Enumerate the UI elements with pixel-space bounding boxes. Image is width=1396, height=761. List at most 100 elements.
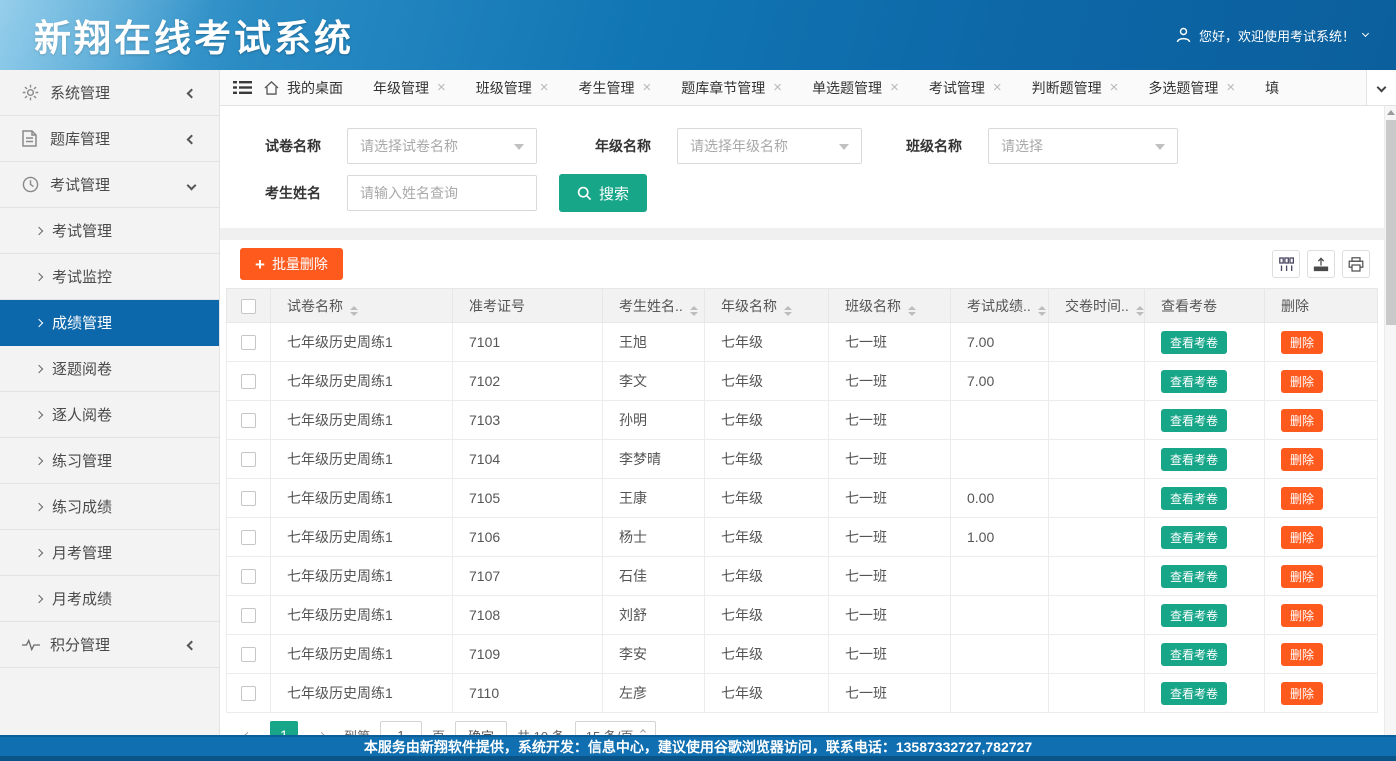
row-checkbox[interactable] <box>241 530 256 545</box>
view-paper-button[interactable]: 查看考卷 <box>1161 643 1227 666</box>
row-checkbox[interactable] <box>241 335 256 350</box>
row-checkbox[interactable] <box>241 413 256 428</box>
row-checkbox[interactable] <box>241 569 256 584</box>
sort-icon[interactable] <box>1038 306 1046 316</box>
delete-row-button[interactable]: 删除 <box>1281 370 1323 393</box>
batch-delete-button[interactable]: + 批量删除 <box>240 248 343 280</box>
sidebar-item-考试管理[interactable]: 考试管理 <box>0 208 219 254</box>
column-header-年级名称[interactable]: 年级名称 <box>705 289 829 323</box>
current-page-button[interactable]: 1 <box>270 721 298 735</box>
tab-考试管理[interactable]: 考试管理× <box>929 78 1002 98</box>
sidebar-item-逐题阅卷[interactable]: 逐题阅卷 <box>0 346 219 392</box>
sort-icon[interactable] <box>784 306 792 316</box>
close-icon[interactable]: × <box>643 80 652 95</box>
prev-page-button[interactable] <box>234 722 260 735</box>
sidebar-group-points[interactable]: 积分管理 <box>0 622 219 668</box>
view-paper-button[interactable]: 查看考卷 <box>1161 565 1227 588</box>
scroll-up-arrow[interactable] <box>1385 106 1396 119</box>
delete-row-button[interactable]: 删除 <box>1281 604 1323 627</box>
view-paper-button[interactable]: 查看考卷 <box>1161 409 1227 432</box>
close-icon[interactable]: × <box>773 80 782 95</box>
sidebar-item-成绩管理[interactable]: 成绩管理 <box>0 300 219 346</box>
sidebar-group-system[interactable]: 系统管理 <box>0 70 219 116</box>
delete-row-button[interactable]: 删除 <box>1281 643 1323 666</box>
confirm-page-button[interactable]: 确定 <box>455 721 507 735</box>
select-all-checkbox[interactable] <box>241 299 256 314</box>
per-page-select[interactable]: 15 条/页 <box>575 721 657 735</box>
scrollbar-thumb[interactable] <box>1386 120 1396 325</box>
search-button[interactable]: 搜索 <box>559 174 647 212</box>
user-menu[interactable]: 您好，欢迎使用考试系统！ <box>1176 26 1368 45</box>
cell-grade-name: 七年级 <box>705 674 829 713</box>
column-header-考试成绩..[interactable]: 考试成绩.. <box>951 289 1049 323</box>
sort-icon[interactable] <box>908 306 916 316</box>
sidebar-item-逐人阅卷[interactable]: 逐人阅卷 <box>0 392 219 438</box>
select-caret-icon <box>1155 144 1165 150</box>
student-name-input[interactable] <box>347 175 537 211</box>
close-icon[interactable]: × <box>890 80 899 95</box>
delete-row-button[interactable]: 删除 <box>1281 409 1323 432</box>
delete-row-button[interactable]: 删除 <box>1281 331 1323 354</box>
sidebar-group-question-bank[interactable]: 题库管理 <box>0 116 219 162</box>
row-checkbox[interactable] <box>241 452 256 467</box>
view-paper-button[interactable]: 查看考卷 <box>1161 487 1227 510</box>
grade-name-select[interactable]: 请选择年级名称 <box>677 128 862 164</box>
row-checkbox[interactable] <box>241 491 256 506</box>
toggle-columns-button[interactable] <box>1272 250 1300 278</box>
paper-name-select[interactable]: 请选择试卷名称 <box>347 128 537 164</box>
tab-年级管理[interactable]: 年级管理× <box>373 78 446 98</box>
class-name-select[interactable]: 请选择 <box>988 128 1178 164</box>
next-page-button[interactable] <box>308 722 334 735</box>
close-icon[interactable]: × <box>1110 80 1119 95</box>
delete-row-button[interactable]: 删除 <box>1281 526 1323 549</box>
row-checkbox[interactable] <box>241 647 256 662</box>
print-button[interactable] <box>1342 250 1370 278</box>
sidebar-item-考试监控[interactable]: 考试监控 <box>0 254 219 300</box>
tab-判断题管理[interactable]: 判断题管理× <box>1032 78 1119 98</box>
sort-icon[interactable] <box>1136 306 1144 316</box>
column-header-考生姓名..[interactable]: 考生姓名.. <box>603 289 705 323</box>
close-icon[interactable]: × <box>437 80 446 95</box>
tab-填[interactable]: 填 <box>1265 78 1279 98</box>
view-paper-button[interactable]: 查看考卷 <box>1161 331 1227 354</box>
delete-row-button[interactable]: 删除 <box>1281 448 1323 471</box>
tab-考生管理[interactable]: 考生管理× <box>579 78 652 98</box>
goto-page-input[interactable] <box>380 721 422 735</box>
delete-row-button[interactable]: 删除 <box>1281 487 1323 510</box>
vertical-scrollbar[interactable] <box>1384 106 1396 735</box>
tab-多选题管理[interactable]: 多选题管理× <box>1148 78 1235 98</box>
view-paper-button[interactable]: 查看考卷 <box>1161 604 1227 627</box>
sidebar-item-月考成绩[interactable]: 月考成绩 <box>0 576 219 622</box>
view-paper-button[interactable]: 查看考卷 <box>1161 448 1227 471</box>
cell-student-name: 刘舒 <box>603 596 705 635</box>
tab-单选题管理[interactable]: 单选题管理× <box>812 78 899 98</box>
row-checkbox[interactable] <box>241 686 256 701</box>
view-paper-button[interactable]: 查看考卷 <box>1161 370 1227 393</box>
tab-我的桌面[interactable]: 我的桌面 <box>264 78 343 98</box>
sort-icon[interactable] <box>690 306 698 316</box>
sort-icon[interactable] <box>350 306 358 316</box>
tab-班级管理[interactable]: 班级管理× <box>476 78 549 98</box>
row-checkbox[interactable] <box>241 374 256 389</box>
tab-overflow-button[interactable] <box>1366 70 1396 105</box>
export-button[interactable] <box>1307 250 1335 278</box>
close-icon[interactable]: × <box>993 80 1002 95</box>
delete-row-button[interactable]: 删除 <box>1281 682 1323 705</box>
tab-题库章节管理[interactable]: 题库章节管理× <box>681 78 782 98</box>
column-header-交卷时间..[interactable]: 交卷时间.. <box>1049 289 1145 323</box>
view-paper-button[interactable]: 查看考卷 <box>1161 526 1227 549</box>
sidebar-item-月考管理[interactable]: 月考管理 <box>0 530 219 576</box>
delete-row-button[interactable]: 删除 <box>1281 565 1323 588</box>
column-header-班级名称[interactable]: 班级名称 <box>829 289 951 323</box>
close-icon[interactable]: × <box>1226 80 1235 95</box>
sidebar-item-练习管理[interactable]: 练习管理 <box>0 438 219 484</box>
gear-icon <box>22 84 40 101</box>
column-header-试卷名称[interactable]: 试卷名称 <box>271 289 453 323</box>
sidebar-item-练习成绩[interactable]: 练习成绩 <box>0 484 219 530</box>
collapse-menu-icon[interactable] <box>220 80 264 95</box>
columns-icon <box>1279 257 1294 272</box>
sidebar-group-exam[interactable]: 考试管理 <box>0 162 219 208</box>
view-paper-button[interactable]: 查看考卷 <box>1161 682 1227 705</box>
row-checkbox[interactable] <box>241 608 256 623</box>
close-icon[interactable]: × <box>540 80 549 95</box>
